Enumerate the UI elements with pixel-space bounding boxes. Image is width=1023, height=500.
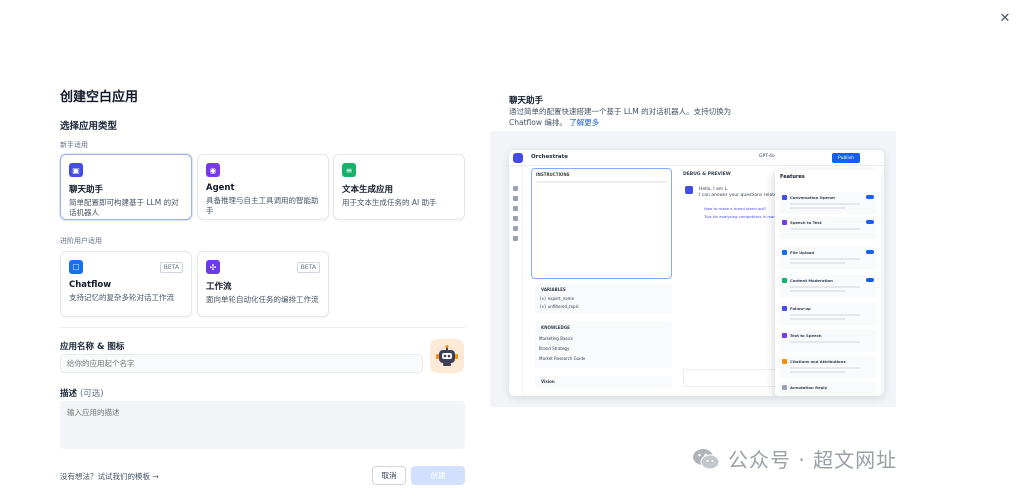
rail-icon [513, 236, 518, 241]
feature-item: Follow-up [779, 303, 877, 325]
card-desc: 简单配置即可构建基于 LLM 的对话机器人 [69, 198, 179, 217]
robot-icon [436, 345, 458, 366]
description-label: 描述 (可选) [60, 387, 104, 399]
app-name-input[interactable] [60, 354, 423, 373]
beginner-group-label: 新手适用 [60, 141, 88, 149]
preview-title: 聊天助手 [509, 96, 544, 106]
chatflow-icon: ☐ [69, 260, 83, 274]
variables-label: VARIABLES [541, 287, 566, 292]
app-name-label: 应用名称 & 图标 [60, 342, 125, 352]
chat-bot-icon: ▣ [69, 163, 83, 177]
wechat-icon [692, 447, 720, 471]
bot-greeting: Hello, I am L. I can answer your questio… [699, 187, 780, 199]
preview-publish-button: Publish [832, 153, 860, 163]
card-title: 文本生成应用 [342, 185, 394, 195]
app-icon-picker[interactable] [430, 339, 464, 373]
suggested-question: Tips for analyzing competitors in market [704, 214, 781, 219]
feature-item: Text to Speech [779, 330, 877, 352]
app-type-card-chatflow[interactable]: ☐ BETA Chatflow 支持记忆的复杂多轮对话工作流 [60, 251, 192, 317]
card-title: 聊天助手 [69, 185, 104, 195]
debug-preview-label: DEBUG & PREVIEW [683, 172, 731, 177]
preview-topbar: Orchestrate GPT-4o Publish [509, 150, 884, 166]
learn-more-link[interactable]: 了解更多 [569, 118, 599, 127]
app-type-card-chat-assistant[interactable]: ▣ 聊天助手 简单配置即可构建基于 LLM 的对话机器人 [60, 154, 192, 220]
create-app-dialog: ✕ 创建空白应用 选择应用类型 新手适用 ▣ 聊天助手 简单配置即可构建基于 L… [0, 0, 1023, 500]
preview-chat-input [683, 369, 778, 387]
card-title: Agent [206, 183, 235, 193]
text-generation-icon: ≡ [342, 163, 356, 177]
knowledge-label: KNOWLEDGE [541, 325, 570, 330]
card-desc: 具备推理与自主工具调用的智能助手 [206, 196, 319, 215]
greeting-line-2: I can answer your questions related [699, 193, 780, 198]
vision-label: Vision [541, 379, 555, 384]
preview-app-window: Orchestrate GPT-4o Publish INSTRUCTIONS … [509, 150, 884, 396]
workflow-icon: ✣ [206, 260, 220, 274]
feature-item: Citations and Attributions [779, 356, 877, 378]
app-logo-icon [513, 153, 523, 163]
variable-row: {x} unfiltered_topic [539, 304, 579, 309]
preview-instructions-panel: INSTRUCTIONS [531, 168, 672, 279]
preview-desc-text: 通过简单的配置快速搭建一个基于 LLM 的对话机器人。支持切换为 Chatflo… [509, 107, 732, 127]
beta-badge: BETA [159, 262, 183, 273]
card-title: 工作流 [206, 282, 232, 292]
feature-item: Conversation Opener [779, 192, 877, 214]
preview-features-panel: Features Conversation Opener Speech to T… [775, 170, 881, 396]
app-type-card-workflow[interactable]: ✣ BETA 工作流 面向单轮自动化任务的编排工作流 [197, 251, 329, 317]
feature-item: Content Moderation [779, 275, 877, 297]
preview-rail [509, 166, 523, 396]
cancel-button[interactable]: 取消 [372, 466, 406, 485]
preview-description: 通过简单的配置快速搭建一个基于 LLM 的对话机器人。支持切换为 Chatflo… [509, 106, 739, 128]
rail-icon [513, 196, 518, 201]
app-type-card-agent[interactable]: ◉ Agent 具备推理与自主工具调用的智能助手 [197, 154, 329, 220]
section-divider [60, 327, 465, 328]
description-textarea[interactable] [60, 401, 465, 449]
description-label-text: 描述 [60, 389, 78, 399]
feature-item: Speech to Text [779, 217, 877, 239]
variable-row: {x} expert_name [539, 296, 575, 301]
watermark-text: 公众号 · 超文网址 [728, 448, 898, 472]
rail-icon [513, 206, 518, 211]
preview-vision-panel: Vision [535, 376, 672, 388]
create-button[interactable]: 创建 [411, 466, 465, 485]
optional-hint: (可选) [79, 389, 104, 399]
card-desc: 面向单轮自动化任务的编排工作流 [206, 295, 319, 304]
feature-item: Annotation Reply [779, 382, 877, 394]
advanced-group-label: 进阶用户适用 [60, 237, 102, 245]
rail-icon [513, 216, 518, 221]
app-type-card-text-generation[interactable]: ≡ 文本生成应用 用于文本生成任务的 AI 助手 [333, 154, 465, 220]
feature-item: File Upload [779, 247, 877, 269]
knowledge-row: Market Research Guide [539, 356, 586, 361]
create-form: 创建空白应用 选择应用类型 新手适用 ▣ 聊天助手 简单配置即可构建基于 LLM… [60, 0, 465, 500]
rail-icon [513, 226, 518, 231]
app-type-section-title: 选择应用类型 [60, 121, 118, 132]
knowledge-row: Marketing Basics [539, 336, 573, 341]
preview-model: GPT-4o [759, 154, 775, 159]
agent-icon: ◉ [206, 163, 220, 177]
beta-badge: BETA [296, 262, 320, 273]
preview-app-name: Orchestrate [531, 154, 568, 160]
card-title: Chatflow [69, 280, 112, 290]
close-icon[interactable]: ✕ [993, 6, 1017, 30]
card-desc: 用于文本生成任务的 AI 助手 [342, 198, 437, 207]
bot-avatar-icon [685, 186, 693, 194]
preview-variables-panel: VARIABLES {x} expert_name {x} unfiltered… [535, 284, 672, 314]
suggested-question: How to make a brand stand out? [704, 206, 767, 211]
page-title: 创建空白应用 [60, 90, 139, 105]
preview-knowledge-panel: KNOWLEDGE Marketing Basics Brand Strateg… [535, 322, 672, 368]
instructions-label: INSTRUCTIONS [536, 172, 570, 177]
watermark: 公众号 · 超文网址 [692, 444, 897, 473]
features-title: Features [780, 174, 805, 180]
rail-icon [513, 186, 518, 191]
try-templates-link[interactable]: 没有想法？试试我们的模板 → [60, 471, 159, 482]
knowledge-row: Brand Strategy [539, 346, 570, 351]
card-desc: 支持记忆的复杂多轮对话工作流 [69, 293, 174, 302]
